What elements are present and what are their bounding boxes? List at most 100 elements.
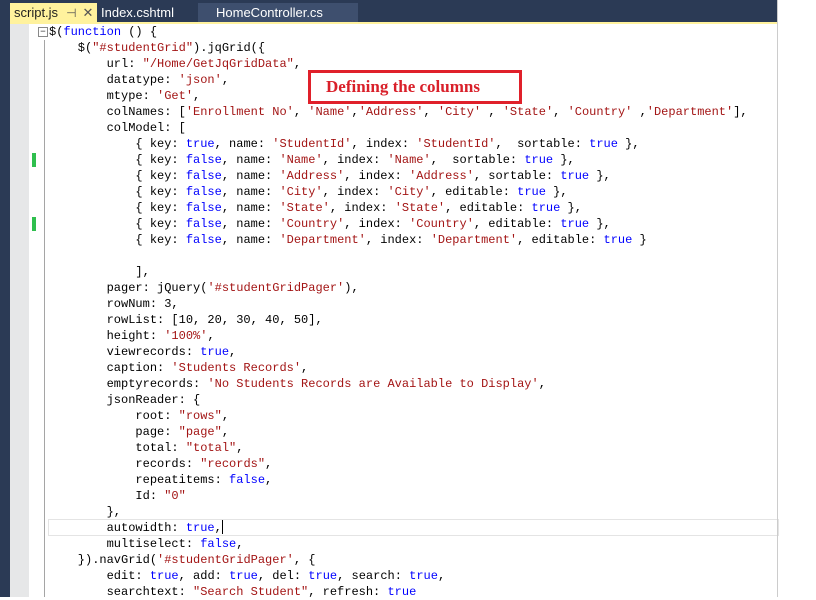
code-text: , [265,457,273,471]
code-line[interactable]: emptyrecords: 'No Students Records are A… [49,376,748,392]
code-line[interactable]: $(function () { [49,24,748,40]
change-marker [32,153,36,167]
annotation-box: Defining the columns [308,70,522,104]
code-line[interactable]: records: "records", [49,456,748,472]
code-line[interactable] [49,248,748,264]
code-text: , [351,105,359,119]
collapse-minus-icon[interactable]: − [38,27,48,37]
code-line[interactable]: rowList: [10, 20, 30, 40, 50], [49,312,748,328]
code-line[interactable]: rowNum: 3, [49,296,748,312]
code-string: 'Students Records' [171,361,302,375]
code-line[interactable]: page: "page", [49,424,748,440]
code-text: jsonReader: { [49,393,201,407]
code-text: , editable: [473,217,561,231]
code-line[interactable]: }, [49,504,748,520]
code-text: , [301,361,309,375]
code-text: , sortable: [473,169,561,183]
code-keyword: true [185,137,215,151]
tab-label: Index.cshtml [101,5,174,20]
code-line[interactable]: total: "total", [49,440,748,456]
code-line[interactable]: root: "rows", [49,408,748,424]
code-keyword: false [185,169,222,183]
code-keyword: true [517,185,546,199]
code-keyword: true [603,233,633,247]
outline-guide [44,40,45,597]
code-keyword: false [185,185,222,199]
tab-index-cshtml[interactable]: Index.cshtml [97,3,207,22]
code-line[interactable]: { key: true, name: 'StudentId', index: '… [49,136,748,152]
code-text: rowList: [10, 20, 30, 40, 50], [49,313,323,327]
code-line[interactable]: { key: false, name: 'City', index: 'City… [49,184,748,200]
code-string: 'State' [502,105,554,119]
code-text: , [221,409,230,423]
code-text: Id: [49,489,165,503]
code-text: , index: [322,185,388,199]
code-string: 'Name' [308,105,352,119]
code-line[interactable]: { key: false, name: 'Country', index: 'C… [49,216,748,232]
code-text: , editable: [430,185,518,199]
code-text: page: [49,425,179,439]
code-line[interactable]: searchtext: "Search Student", refresh: t… [49,584,748,600]
left-tool-strip [0,0,10,597]
tab-script-js[interactable]: script.js ⊣ ✕ [10,3,97,22]
code-keyword: true [200,345,230,359]
code-line[interactable]: $("#studentGrid").jqGrid({ [49,40,748,56]
code-text: ], [733,105,748,119]
code-text: , add: [178,569,230,583]
code-line[interactable]: multiselect: false, [49,536,748,552]
code-text: ).jqGrid({ [193,41,266,55]
code-string: "0" [164,489,186,503]
code-line[interactable]: { key: false, name: 'State', index: 'Sta… [49,200,748,216]
code-line[interactable]: height: '100%', [49,328,748,344]
code-editor[interactable]: $(function () { $("#studentGrid").jqGrid… [49,24,748,600]
code-line[interactable]: caption: 'Students Records', [49,360,748,376]
code-line[interactable]: edit: true, add: true, del: true, search… [49,568,748,584]
code-keyword: true [524,153,554,167]
code-line[interactable]: { key: false, name: 'Department', index:… [49,232,748,248]
code-line[interactable]: { key: false, name: 'Address', index: 'A… [49,168,748,184]
code-line[interactable]: colModel: [ [49,120,748,136]
code-keyword: false [185,233,222,247]
close-icon[interactable]: ✕ [83,3,94,22]
code-text: , name: [221,153,280,167]
code-text: , [293,57,302,71]
code-string: "#studentGrid" [92,41,194,55]
code-text: datatype: [49,73,179,87]
code-text: , [236,441,244,455]
code-text: , del: [257,569,309,583]
code-line[interactable]: autowidth: true, [49,520,748,536]
code-string: '100%' [164,329,208,343]
code-string: 'Country' [279,217,345,231]
code-text: ], [49,265,150,279]
code-text: }, [589,169,611,183]
code-keyword: true [409,569,438,583]
code-line[interactable]: colNames: ['Enrollment No', 'Name','Addr… [49,104,748,120]
code-text: , name: [221,185,280,199]
code-text: , [423,105,438,119]
code-line[interactable]: pager: jQuery('#studentGridPager'), [49,280,748,296]
code-keyword: false [185,217,222,231]
code-text: , name: [221,201,280,215]
code-line[interactable]: jsonReader: { [49,392,748,408]
code-text: url: [49,57,143,71]
code-line[interactable]: { key: false, name: 'Name', index: 'Name… [49,152,748,168]
code-string: "page" [178,425,222,439]
code-text: { key: [49,169,186,183]
code-line[interactable]: ], [49,264,748,280]
code-text: }, [560,201,582,215]
code-line[interactable]: Id: "0" [49,488,748,504]
annotation-text: Defining the columns [326,77,480,96]
code-text: , [229,345,237,359]
code-text: , [538,377,546,391]
code-string: "/Home/GetJqGridData" [142,57,294,71]
code-text: root: [49,409,179,423]
code-string: 'City' [437,105,482,119]
tab-homecontroller-cs[interactable]: HomeController.cs [198,3,358,22]
code-line[interactable]: }).navGrid('#studentGridPager', { [49,552,748,568]
code-text: , index: [344,217,410,231]
code-line[interactable]: viewrecords: true, [49,344,748,360]
code-line[interactable]: repeatitems: false, [49,472,748,488]
code-text: edit: [49,569,150,583]
pin-icon[interactable]: ⊣ [66,4,76,23]
code-text: ), [344,281,359,295]
